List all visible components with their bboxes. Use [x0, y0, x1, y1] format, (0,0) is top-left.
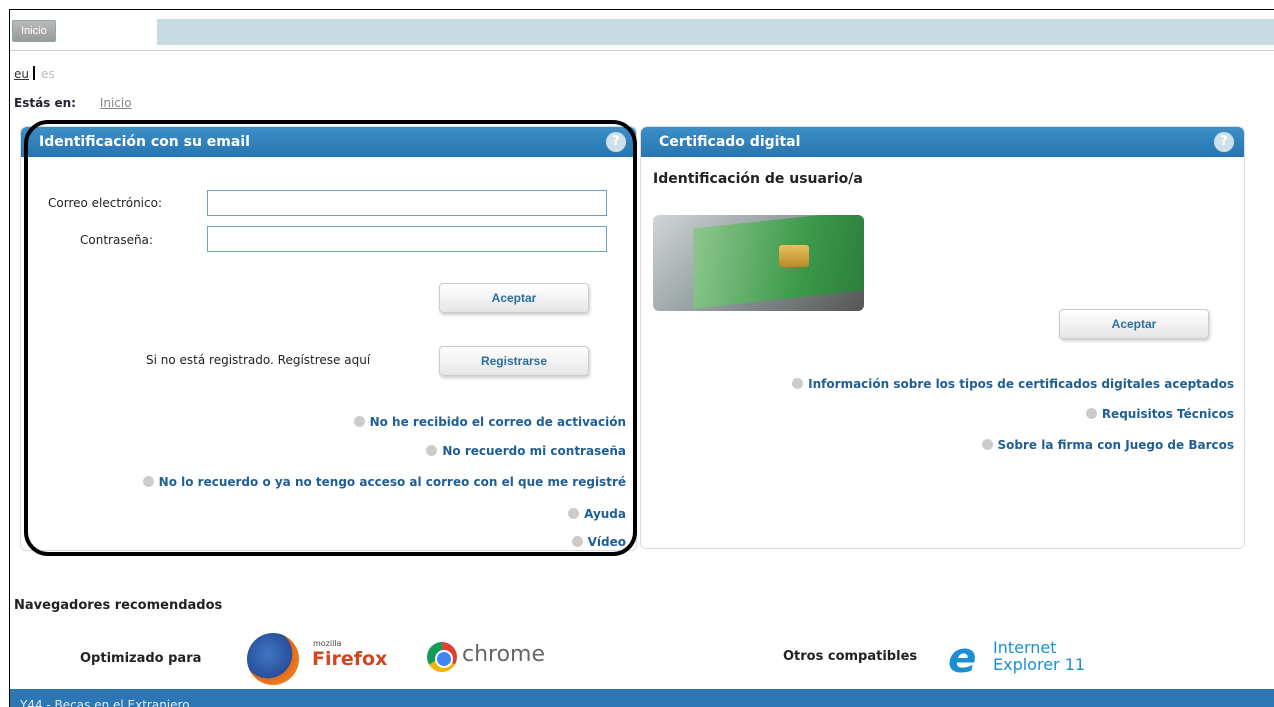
language-switcher: eu es — [14, 66, 55, 81]
top-bar-strip — [157, 19, 1274, 45]
link-no-email-access[interactable]: No lo recuerdo o ya no tengo acceso al c… — [142, 475, 626, 489]
browsers-title: Navegadores recomendados — [14, 598, 223, 613]
cert-panel-header: Certificado digital ? — [641, 127, 1244, 157]
top-bar: Inicio — [10, 10, 1274, 46]
password-label: Contraseña: — [80, 233, 153, 247]
card-chip — [779, 245, 809, 267]
firefox-icon — [247, 633, 299, 685]
breadcrumb: Estás en: Inicio — [14, 96, 132, 110]
cert-subtitle: Identificación de usuario/a — [653, 171, 863, 187]
link-video[interactable]: Vídeo — [571, 535, 626, 549]
certificate-panel: Certificado digital ? Identificación de … — [640, 126, 1245, 549]
chrome-icon — [427, 642, 457, 672]
help-icon[interactable]: ? — [606, 132, 626, 152]
bullet-icon — [1085, 408, 1097, 419]
bullet-icon — [792, 378, 804, 389]
breadcrumb-label: Estás en: — [14, 96, 76, 110]
page-frame: Inicio eu es Estás en: Inicio Identificac… — [9, 9, 1274, 707]
link-cert-types[interactable]: Información sobre los tipos de certifica… — [792, 377, 1234, 391]
link-forgot-password[interactable]: No recuerdo mi contraseña — [426, 444, 626, 458]
lang-eu-link[interactable]: eu — [14, 67, 29, 81]
email-label: Correo electrónico: — [48, 196, 162, 210]
link-tech-requirements[interactable]: Requisitos Técnicos — [1085, 407, 1234, 421]
breadcrumb-home-link[interactable]: Inicio — [100, 96, 132, 110]
footer-text: Y44 - Becas en el Extranjero — [20, 698, 190, 707]
bullet-icon — [981, 439, 993, 450]
email-login-panel: Identificación con su email ? Correo ele… — [20, 126, 637, 551]
email-panel-title: Identificación con su email — [39, 134, 250, 150]
ie-logo-text: Internet Explorer 11 — [993, 638, 1086, 674]
firefox-logo-text: Firefox — [312, 648, 388, 670]
chrome-logo-text: chrome — [462, 642, 546, 667]
email-panel-header: Identificación con su email ? — [21, 127, 636, 157]
lang-es-link[interactable]: es — [41, 67, 55, 81]
bullet-icon — [426, 445, 438, 456]
smart-card-image — [653, 215, 864, 311]
cert-accept-button[interactable]: Aceptar — [1059, 309, 1209, 339]
email-accept-button[interactable]: Aceptar — [439, 283, 589, 313]
register-button[interactable]: Registrarse — [439, 346, 589, 376]
link-signature-info[interactable]: Sobre la firma con Juego de Barcos — [981, 438, 1234, 452]
cert-panel-title: Certificado digital — [659, 134, 801, 150]
divider — [10, 50, 1274, 51]
lang-separator — [33, 66, 35, 80]
bullet-icon — [568, 508, 580, 519]
bullet-icon — [571, 536, 583, 547]
email-field[interactable] — [207, 190, 607, 216]
link-help[interactable]: Ayuda — [568, 507, 626, 521]
help-icon[interactable]: ? — [1214, 132, 1234, 152]
footer-bar: Y44 - Becas en el Extranjero — [10, 689, 1274, 707]
home-button[interactable]: Inicio — [12, 20, 56, 42]
bullet-icon — [353, 416, 365, 427]
bullet-icon — [142, 476, 154, 487]
password-field[interactable] — [207, 226, 607, 252]
internet-explorer-icon: e — [948, 633, 977, 682]
firefox-brand-small: mozilla — [313, 639, 342, 648]
other-compatible-label: Otros compatibles — [783, 649, 918, 664]
optimized-label: Optimizado para — [80, 651, 202, 666]
link-no-activation-email[interactable]: No he recibido el correo de activación — [353, 415, 626, 429]
register-prompt: Si no está registrado. Regístrese aquí — [146, 353, 371, 367]
